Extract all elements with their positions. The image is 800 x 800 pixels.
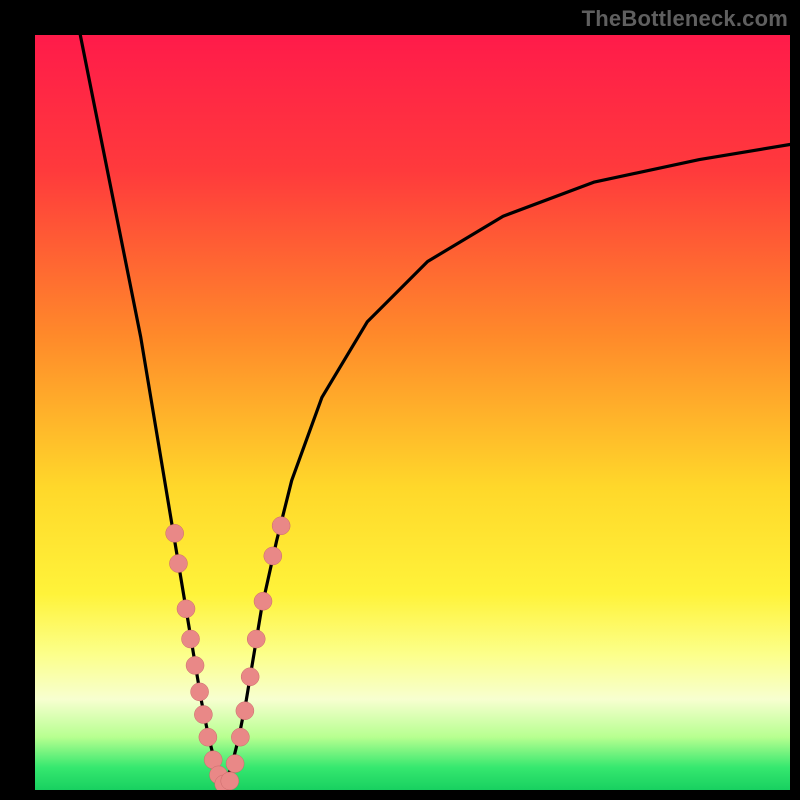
data-marker	[199, 728, 217, 746]
data-marker	[272, 517, 290, 535]
data-marker	[226, 755, 244, 773]
data-marker	[194, 706, 212, 724]
bottleneck-chart	[35, 35, 790, 790]
plot-area	[35, 35, 790, 790]
chart-stage: TheBottleneck.com	[0, 0, 800, 800]
data-marker	[247, 630, 265, 648]
data-marker	[186, 656, 204, 674]
data-marker	[264, 547, 282, 565]
data-marker	[166, 524, 184, 542]
data-marker	[221, 772, 239, 790]
attribution-label: TheBottleneck.com	[582, 6, 788, 32]
data-marker	[191, 683, 209, 701]
data-marker	[177, 600, 195, 618]
data-marker	[169, 555, 187, 573]
data-marker	[241, 668, 259, 686]
data-marker	[231, 728, 249, 746]
data-marker	[182, 630, 200, 648]
data-marker	[236, 702, 254, 720]
data-marker	[254, 592, 272, 610]
